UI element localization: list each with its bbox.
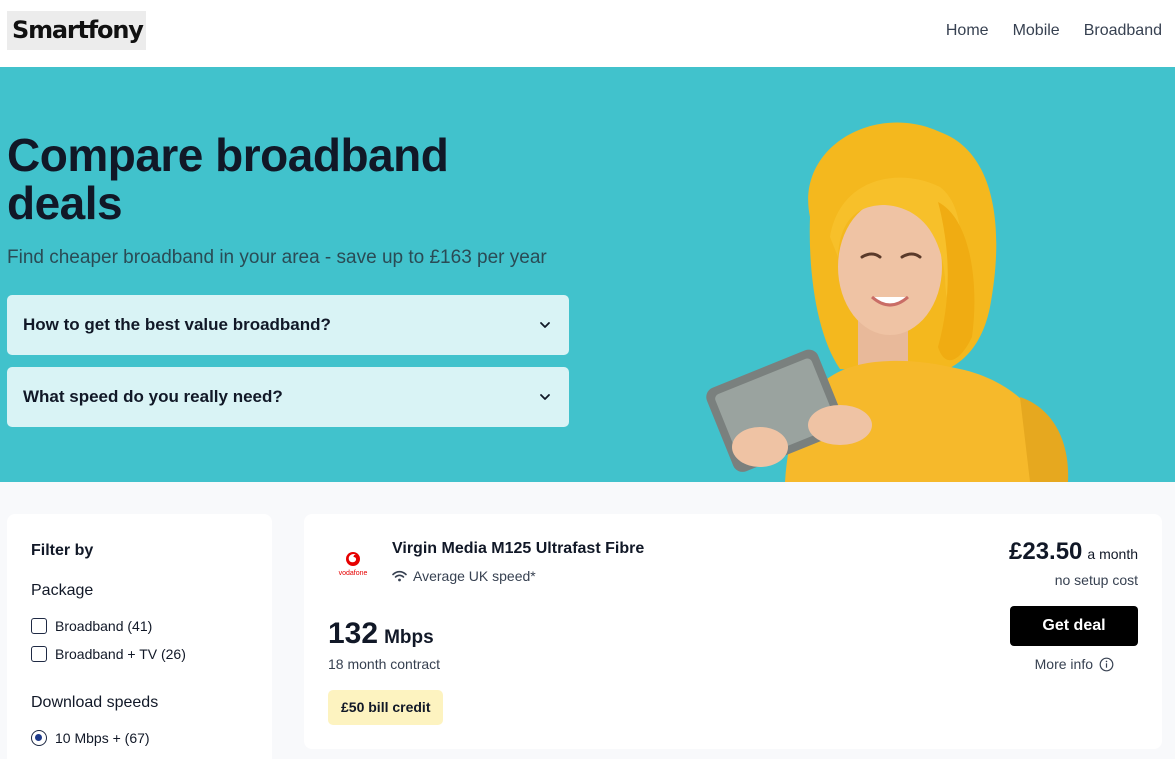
filter-panel: Filter by Package Broadband (41) Broadba… xyxy=(7,514,272,774)
speed-value: 132 Mbps xyxy=(328,617,434,651)
hero-person-image xyxy=(706,122,1069,482)
more-info-label: More info xyxy=(1034,656,1093,672)
page-title: Compare broadband deals xyxy=(7,129,449,229)
checkbox[interactable] xyxy=(31,618,47,634)
hero-section: Compare broadband deals Find cheaper bro… xyxy=(0,67,1175,482)
deal-card: vodafone Virgin Media M125 Ultrafast Fib… xyxy=(304,514,1162,749)
site-header: Smartfony Home Mobile Broadband xyxy=(0,0,1175,67)
accordion-label: What speed do you really need? xyxy=(23,387,283,406)
filter-title: Filter by xyxy=(31,542,94,559)
results-section: Filter by Package Broadband (41) Broadba… xyxy=(0,482,1175,774)
chevron-down-icon xyxy=(540,394,550,400)
brand-logo-text: vodafone xyxy=(339,570,368,577)
accordion-speed-needed[interactable]: What speed do you really need? xyxy=(7,367,569,427)
site-logo[interactable]: Smartfony xyxy=(7,11,146,50)
chevron-down-icon xyxy=(540,322,550,328)
nav-home-link[interactable]: Home xyxy=(946,19,989,43)
filter-option-broadband[interactable]: Broadband (41) xyxy=(31,618,152,634)
vodafone-logo: vodafone xyxy=(339,552,368,577)
setup-cost: no setup cost xyxy=(1054,572,1138,588)
accordion-label: How to get the best value broadband? xyxy=(23,315,331,334)
hero-subtitle: Find cheaper broadband in your area - sa… xyxy=(7,247,547,268)
more-info-link[interactable]: More info xyxy=(1035,656,1114,672)
price: £23.50 xyxy=(1009,538,1083,565)
wifi-icon xyxy=(392,570,407,582)
checkbox[interactable] xyxy=(31,646,47,662)
info-icon xyxy=(1099,657,1114,671)
main-nav: Home Mobile Broadband xyxy=(946,19,1162,43)
price-row: £23.50 a month xyxy=(1009,538,1138,566)
speed-note-text: Average UK speed* xyxy=(413,568,536,584)
speed-unit: Mbps xyxy=(384,627,434,648)
get-deal-button[interactable]: Get deal xyxy=(1010,606,1138,646)
speed-number: 132 xyxy=(328,617,379,650)
download-speeds-title: Download speeds xyxy=(31,694,159,711)
filter-option-broadband-tv[interactable]: Broadband + TV (26) xyxy=(31,646,186,662)
radio-selected[interactable] xyxy=(31,730,47,746)
accordion-best-value[interactable]: How to get the best value broadband? xyxy=(7,295,569,355)
option-label: Broadband + TV (26) xyxy=(55,646,186,662)
speed-note: Average UK speed* xyxy=(392,568,536,584)
deal-name: Virgin Media M125 Ultrafast Fibre xyxy=(392,540,645,557)
filter-option-10mbps[interactable]: 10 Mbps + (67) xyxy=(31,730,150,746)
package-filter-title: Package xyxy=(31,582,94,599)
contract-length: 18 month contract xyxy=(328,656,441,672)
nav-broadband-link[interactable]: Broadband xyxy=(1084,19,1162,43)
option-label: 10 Mbps + (67) xyxy=(55,730,150,746)
price-period: a month xyxy=(1087,546,1138,562)
offer-badge: £50 bill credit xyxy=(328,690,444,725)
option-label: Broadband (41) xyxy=(55,618,153,634)
nav-mobile-link[interactable]: Mobile xyxy=(1013,19,1060,43)
